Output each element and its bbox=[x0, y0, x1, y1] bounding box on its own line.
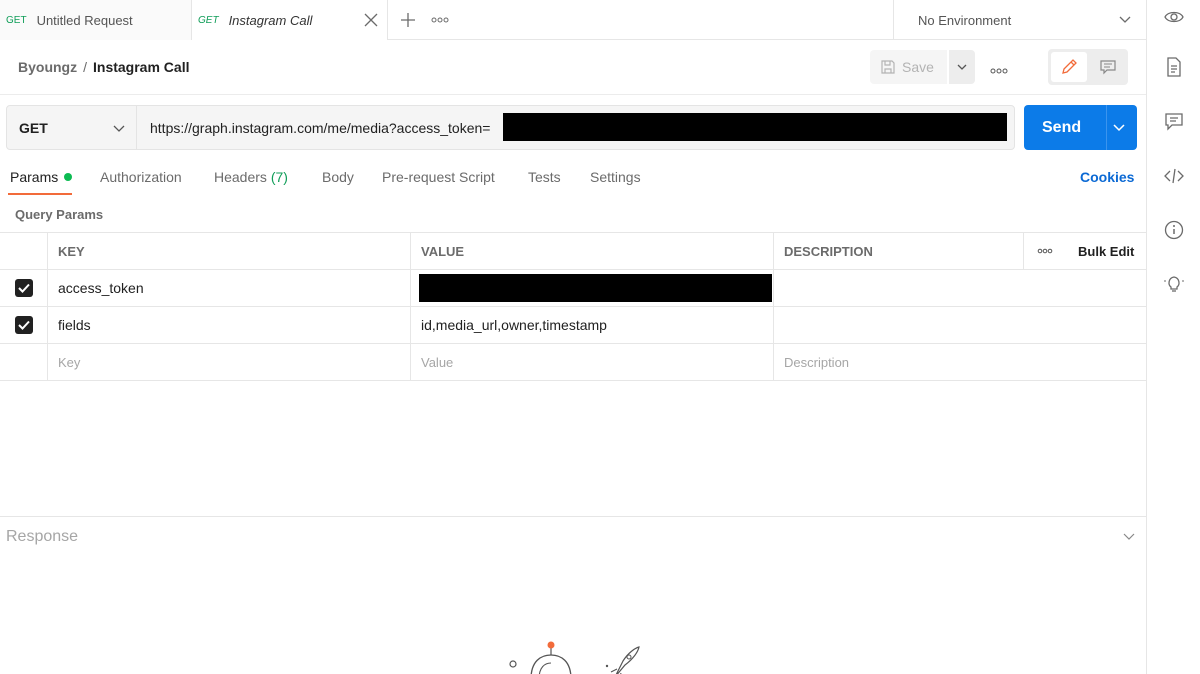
new-tab-button[interactable] bbox=[388, 0, 428, 40]
tab-params-label: Params bbox=[10, 169, 59, 185]
param-key[interactable]: access_token bbox=[47, 270, 410, 306]
info-icon[interactable] bbox=[1163, 219, 1185, 241]
tab-params[interactable]: Params bbox=[10, 169, 73, 185]
documentation-icon[interactable] bbox=[1163, 56, 1185, 78]
method-select[interactable]: GET bbox=[6, 105, 137, 150]
response-title: Response bbox=[6, 528, 79, 545]
new-param-value-input[interactable]: Value bbox=[410, 344, 773, 380]
pencil-icon bbox=[1062, 59, 1077, 74]
comments-icon[interactable] bbox=[1163, 110, 1185, 132]
eye-icon[interactable] bbox=[1163, 6, 1185, 28]
more-icon bbox=[431, 17, 449, 23]
save-icon bbox=[881, 60, 895, 74]
chevron-down-icon bbox=[112, 121, 126, 138]
environment-label: No Environment bbox=[918, 12, 1012, 28]
request-header: Byoungz / Instagram Call Save bbox=[0, 40, 1146, 95]
more-icon bbox=[990, 68, 1008, 74]
save-options-button[interactable] bbox=[949, 50, 975, 84]
tab-settings[interactable]: Settings bbox=[590, 169, 641, 185]
send-label: Send bbox=[1042, 118, 1082, 136]
active-tab-indicator bbox=[8, 193, 72, 195]
code-icon[interactable] bbox=[1163, 165, 1185, 187]
column-options-button[interactable] bbox=[1023, 233, 1066, 269]
chevron-down-icon bbox=[957, 64, 967, 70]
chevron-down-icon[interactable] bbox=[1112, 120, 1126, 139]
breadcrumb-workspace[interactable]: Byoungz bbox=[18, 59, 77, 75]
tab-instagram-call[interactable]: GET Instagram Call bbox=[192, 0, 388, 40]
breadcrumb-request-name[interactable]: Instagram Call bbox=[93, 59, 189, 75]
bulk-edit-button[interactable]: Bulk Edit bbox=[1066, 233, 1146, 269]
row-checkbox-cell bbox=[0, 307, 47, 343]
right-sidebar bbox=[1146, 0, 1200, 674]
tab-label: Instagram Call bbox=[228, 12, 313, 28]
astronaut-illustration-icon bbox=[509, 641, 640, 674]
send-button[interactable]: Send bbox=[1024, 105, 1137, 150]
headers-count: (7) bbox=[270, 169, 288, 185]
chevron-down-icon bbox=[1118, 12, 1132, 29]
row-checkbox-cell bbox=[0, 270, 47, 306]
new-param-key-input[interactable]: Key bbox=[47, 344, 410, 380]
edit-mode-button[interactable] bbox=[1051, 52, 1087, 82]
params-active-dot bbox=[64, 173, 73, 182]
param-value[interactable]: id,media_url,owner,timestamp bbox=[410, 307, 773, 343]
checkmark-icon bbox=[17, 283, 30, 293]
more-icon bbox=[1037, 248, 1053, 254]
tab-headers-label: Headers bbox=[214, 169, 267, 185]
param-value[interactable] bbox=[410, 270, 773, 306]
view-mode-toggle bbox=[1048, 49, 1128, 85]
table-row: access_token bbox=[0, 270, 1146, 307]
documentation-mode-button[interactable] bbox=[1090, 52, 1125, 82]
tab-pre-request-script[interactable]: Pre-request Script bbox=[382, 169, 495, 185]
param-description[interactable] bbox=[773, 307, 1146, 343]
param-enabled-checkbox[interactable] bbox=[14, 316, 33, 334]
column-header-key: KEY bbox=[47, 233, 410, 269]
column-header-value: VALUE bbox=[410, 233, 773, 269]
send-divider bbox=[1106, 105, 1107, 150]
checkmark-icon bbox=[17, 320, 30, 330]
save-button-group: Save bbox=[870, 50, 975, 84]
query-params-title: Query Params bbox=[15, 207, 104, 222]
save-label: Save bbox=[902, 59, 934, 75]
request-config-tabs: Params Authorization Headers (7) Body Pr… bbox=[0, 160, 1146, 195]
tab-headers[interactable]: Headers (7) bbox=[214, 169, 288, 185]
param-key[interactable]: fields bbox=[47, 307, 410, 343]
redacted-value-overlay bbox=[419, 274, 772, 302]
save-button[interactable]: Save bbox=[870, 50, 947, 84]
tab-body[interactable]: Body bbox=[322, 169, 354, 185]
query-params-table: KEY VALUE DESCRIPTION Bulk Edit access_t… bbox=[0, 232, 1146, 381]
tab-label: Untitled Request bbox=[36, 12, 133, 28]
tab-untitled-request[interactable]: GET Untitled Request bbox=[0, 0, 192, 40]
param-enabled-checkbox[interactable] bbox=[14, 279, 33, 297]
close-icon[interactable] bbox=[361, 10, 381, 30]
comment-icon bbox=[1099, 60, 1116, 75]
column-header-description: DESCRIPTION bbox=[773, 233, 1023, 269]
environment-selector[interactable]: No Environment bbox=[893, 0, 1146, 40]
tab-options-button[interactable] bbox=[428, 0, 452, 40]
new-param-description-input[interactable]: Description bbox=[773, 344, 1146, 380]
row-checkbox-cell bbox=[0, 344, 47, 380]
table-row: fields id,media_url,owner,timestamp bbox=[0, 307, 1146, 344]
tab-authorization[interactable]: Authorization bbox=[100, 169, 182, 185]
breadcrumb-separator: / bbox=[83, 59, 87, 75]
table-row-new: Key Value Description bbox=[0, 344, 1146, 381]
header-checkbox-cell bbox=[0, 233, 47, 269]
response-pane: Response bbox=[0, 516, 1146, 674]
more-options-button[interactable] bbox=[990, 62, 1008, 77]
tab-method: GET bbox=[6, 14, 27, 26]
lightbulb-icon[interactable] bbox=[1163, 273, 1185, 295]
plus-icon bbox=[401, 13, 415, 27]
method-value: GET bbox=[19, 119, 48, 136]
tab-tests[interactable]: Tests bbox=[528, 169, 561, 185]
tab-method: GET bbox=[198, 14, 219, 26]
cookies-link[interactable]: Cookies bbox=[1080, 169, 1134, 185]
param-description[interactable] bbox=[773, 270, 1146, 306]
chevron-down-icon[interactable] bbox=[1122, 529, 1136, 546]
redacted-token-overlay bbox=[503, 113, 1007, 141]
breadcrumb: Byoungz / Instagram Call bbox=[18, 59, 189, 75]
table-header-row: KEY VALUE DESCRIPTION Bulk Edit bbox=[0, 232, 1146, 270]
url-value: https://graph.instagram.com/me/media?acc… bbox=[150, 119, 491, 136]
